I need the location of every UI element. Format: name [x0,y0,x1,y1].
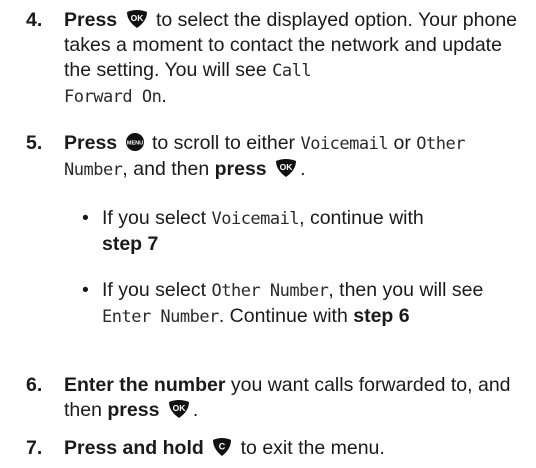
ok-button-icon: OK [167,399,191,419]
step-5-instruction: to scroll to either [151,132,296,154]
lcd-text-call: Call [272,61,312,81]
step-6-text: Enter the number you want calls forwarde… [64,373,526,423]
step-7: 7. Press and hold C to exit the menu. [26,436,526,461]
step-number: 6. [26,374,43,396]
lcd-text-forward-on: Forward On [64,87,162,107]
step-6: 6. Enter the number you want calls forwa… [26,373,526,423]
step-number: 5. [26,132,43,154]
ok-button-icon: OK [274,158,298,178]
clear-button-icon: C [211,437,233,457]
option-other-number: • If you select Other Number, then you w… [82,278,522,330]
press-label: Press [64,9,118,31]
lcd-text-voicemail: Voicemail [211,209,300,229]
svg-text:MENU: MENU [126,141,142,147]
enter-number-label: Enter the number [64,374,226,396]
step-7-text: Press and hold C to exit the menu. [64,436,526,461]
or-word: or [393,132,411,154]
step-7-instruction: to exit the menu. [240,437,385,459]
and-then: , and then [122,158,210,180]
step-number: 7. [26,437,43,459]
step-reference: step 6 [353,305,410,327]
step-5-options: • If you select Voicemail, continue with… [82,206,522,330]
bullet-prefix: If you select [102,279,207,301]
lcd-text-other-number: Other Number [211,281,329,301]
bullet-suffix: , continue with [299,207,424,229]
step-4-text: Press OK to select the displayed option.… [64,8,526,110]
lcd-text-enter-number: Enter Number [102,307,219,327]
lcd-text-number: Number [64,160,123,180]
menu-button-icon: MENU [125,132,145,152]
bullet-prefix: If you select [102,207,207,229]
press-and-hold-label: Press and hold [64,437,204,459]
option-voicemail: • If you select Voicemail, continue with… [82,206,522,257]
period: . [300,158,306,180]
step-5-text: Press MENU to scroll to either Voicemail… [64,131,526,183]
period: . [192,399,199,421]
step-number: 4. [26,9,43,31]
lcd-text-other: Other [416,134,465,154]
ok-button-icon: OK [125,9,149,29]
svg-text:OK: OK [130,13,144,23]
press-label: press [107,399,160,421]
press-label: press [214,158,267,180]
period: . [161,85,167,107]
bullet-dot: • [82,207,89,229]
svg-text:OK: OK [280,162,294,172]
bullet-suffix-2: . Continue with [218,305,348,327]
press-label: Press [64,132,118,154]
step-4: 4. Press OK to select the displayed opti… [26,8,526,110]
bullet-suffix: , then you will see [328,279,484,301]
bullet-dot: • [82,279,89,301]
svg-text:C: C [219,442,226,452]
step-reference: step 7 [102,233,159,255]
step-5: 5. Press MENU to scroll to either Voicem… [26,131,526,183]
lcd-text-voicemail: Voicemail [300,134,389,154]
svg-text:OK: OK [172,403,186,413]
